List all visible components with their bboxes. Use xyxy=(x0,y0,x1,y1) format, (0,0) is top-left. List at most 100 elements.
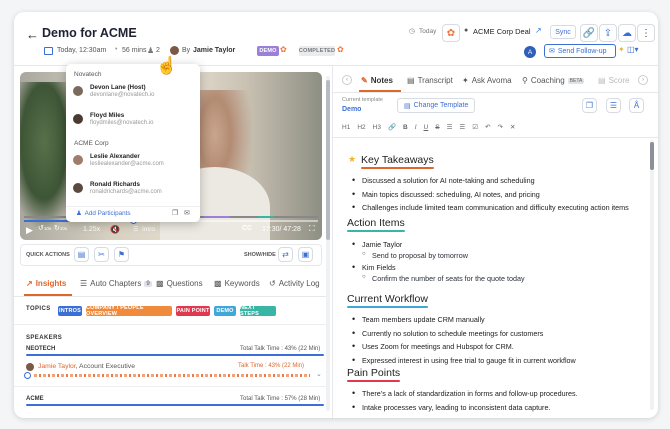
share-icon[interactable]: ⇪ xyxy=(599,24,617,42)
expand-chevron-icon[interactable]: ⌄ xyxy=(316,370,322,378)
heading1-button[interactable]: H1 xyxy=(342,124,350,131)
participant-row[interactable]: Ronald Richards ronaldrichards@acme.com xyxy=(72,181,162,195)
tab-keywords[interactable]: ▩ Keywords xyxy=(214,279,260,288)
participant-row[interactable]: Leslie Alexander lesliealexander@acme.com xyxy=(72,153,164,167)
list-item: Intake processes vary, leading to incons… xyxy=(352,402,652,412)
org-acme: ACME xyxy=(26,396,44,402)
participant-name: Ronald Richards xyxy=(90,181,141,188)
mail-icon[interactable]: ✉ xyxy=(184,209,190,217)
cloud-icon[interactable]: ☁ xyxy=(618,24,636,42)
redo-icon[interactable]: ↷ xyxy=(498,123,503,131)
quick-actions-label: QUICK ACTIONS xyxy=(26,252,70,258)
play-icon[interactable]: ▶ xyxy=(26,225,33,236)
tab-activity-label: Activity Log xyxy=(278,279,320,288)
more-menu-icon[interactable]: ⋮ xyxy=(637,24,655,42)
tab-questions[interactable]: ▩ Questions xyxy=(156,279,203,288)
layout-toggle-icon[interactable]: ◫▾ xyxy=(627,45,639,54)
sync-button[interactable]: Sync xyxy=(550,25,576,39)
send-followup-button[interactable]: ✉ Send Follow-up xyxy=(544,44,616,58)
stage-completed-badge[interactable]: COMPLETED xyxy=(299,46,335,56)
stage-demo-badge[interactable]: DEMO xyxy=(257,46,279,56)
user-avatar[interactable]: A xyxy=(524,46,536,58)
speaker-name-text: Jamie Taylor xyxy=(38,363,76,370)
heading2-button[interactable]: H2 xyxy=(357,124,365,131)
people-icon[interactable]: ♟ xyxy=(147,46,154,55)
undo-icon[interactable]: ↶ xyxy=(485,123,490,131)
topic-tag[interactable]: DEMO xyxy=(214,306,236,316)
meeting-date: Today, 12:30am xyxy=(57,47,107,54)
today-label: Today xyxy=(419,28,437,35)
translate-icon[interactable]: Å xyxy=(629,98,644,113)
chapter-label[interactable]: Intro xyxy=(142,226,155,233)
link-icon[interactable]: 🔗 xyxy=(388,123,396,131)
tab-coaching[interactable]: ⚲ Coaching BETA xyxy=(522,76,585,85)
participant-row[interactable]: Devon Lane (Host) devonlane@novatech.io xyxy=(72,84,154,98)
link-icon[interactable]: 🔗 xyxy=(580,24,598,42)
right-scrollbar-thumb[interactable] xyxy=(650,142,654,170)
add-participants-button[interactable]: ♟ Add Participants xyxy=(76,210,131,217)
trophy-icon: ★ xyxy=(348,154,357,164)
tabs-next-icon[interactable]: › xyxy=(638,75,648,85)
video-toggle-icon[interactable]: ▣ xyxy=(298,247,313,262)
topic-tag[interactable]: INTROS xyxy=(58,306,82,316)
heading3-button[interactable]: H3 xyxy=(373,124,381,131)
pain-points-heading: Pain Points xyxy=(347,367,401,382)
topic-tag[interactable]: PAIN POINT xyxy=(176,306,210,316)
numbered-list-icon[interactable]: ☰ xyxy=(459,123,465,131)
clip-action-icon[interactable]: ✂ xyxy=(94,247,109,262)
bullet-list-icon[interactable]: ☰ xyxy=(447,123,453,131)
show-hide-label: SHOW/HIDE xyxy=(244,252,276,258)
hand-cursor-icon: ☝ xyxy=(156,56,178,75)
tab-activity-log[interactable]: ↺ Activity Log xyxy=(269,279,320,288)
right-tabs-divider xyxy=(333,92,658,93)
captions-icon[interactable]: CC xyxy=(242,225,252,232)
list-item: Confirm the number of seats for the quot… xyxy=(362,274,652,283)
topic-tag[interactable]: COMPANY / PEOPLE OVERVIEW xyxy=(86,305,172,317)
topic-tag[interactable]: NEXT STEPS xyxy=(240,305,276,317)
bold-button[interactable]: B xyxy=(403,124,408,131)
transcript-toggle-icon[interactable]: ⇄ xyxy=(278,247,293,262)
calendar-icon xyxy=(44,47,53,55)
insights-icon: ↗ xyxy=(26,279,33,288)
list-item: Main topics discussed: scheduling, AI no… xyxy=(352,189,652,199)
speaker-timeline[interactable] xyxy=(34,374,310,377)
speed-label[interactable]: 1.25x xyxy=(83,226,100,233)
external-link-icon[interactable]: ↗ xyxy=(535,26,542,35)
scorecard-icon: ▤ xyxy=(598,76,606,85)
tab-notes[interactable]: ✎ Notes xyxy=(361,76,393,85)
hubspot-icon: ✿ xyxy=(280,45,287,54)
notes-settings-icon[interactable]: ☰ xyxy=(606,98,621,113)
right-scrollbar[interactable] xyxy=(650,140,654,410)
fullscreen-icon[interactable]: ⛶ xyxy=(309,224,315,234)
hubspot-button[interactable]: ✿ xyxy=(442,24,460,42)
copy-notes-icon[interactable]: ❐ xyxy=(582,98,597,113)
back-arrow-icon[interactable]: ← xyxy=(26,27,39,42)
change-template-button[interactable]: ▤ Change Template xyxy=(397,98,475,113)
clear-format-icon[interactable]: ✕ xyxy=(510,123,515,131)
note-action-icon[interactable]: ▤ xyxy=(74,247,89,262)
rewind-icon[interactable]: ↺10s xyxy=(38,224,51,232)
toolbar-divider xyxy=(333,137,658,138)
speaker-play-icon[interactable] xyxy=(24,372,31,379)
deal-name[interactable]: ACME Corp Deal xyxy=(473,27,531,36)
forward-icon[interactable]: ↻10s xyxy=(54,224,67,232)
topics-label: TOPICS xyxy=(26,306,51,312)
pain-points-list: There’s a lack of standardization in for… xyxy=(352,388,652,416)
tabs-prev-icon[interactable]: ‹ xyxy=(342,75,352,85)
tab-ask-avoma[interactable]: ✦ Ask Avoma xyxy=(462,76,512,85)
left-scrollbar-thumb[interactable] xyxy=(326,80,330,240)
tab-insights[interactable]: ↗ Insights xyxy=(26,279,66,288)
copy-icon[interactable]: ❐ xyxy=(172,209,178,217)
tab-auto-chapters[interactable]: ☰ Auto Chapters 9 xyxy=(80,279,152,288)
strike-button[interactable]: S xyxy=(435,124,439,131)
participant-count[interactable]: 2 xyxy=(156,47,160,54)
tab-scorecard[interactable]: ▤ Score xyxy=(598,76,629,85)
send-followup-label: Send Follow-up xyxy=(557,47,607,55)
underline-button[interactable]: U xyxy=(424,124,429,131)
participant-row[interactable]: Floyd Miles floydmiles@novatech.io xyxy=(72,112,153,126)
italic-button[interactable]: I xyxy=(415,124,417,131)
checklist-icon[interactable]: ☑ xyxy=(472,123,478,131)
mute-icon[interactable]: 🔇 xyxy=(110,225,120,234)
bookmark-action-icon[interactable]: ⚑ xyxy=(114,247,129,262)
tab-transcript[interactable]: ▤ Transcript xyxy=(407,76,453,85)
